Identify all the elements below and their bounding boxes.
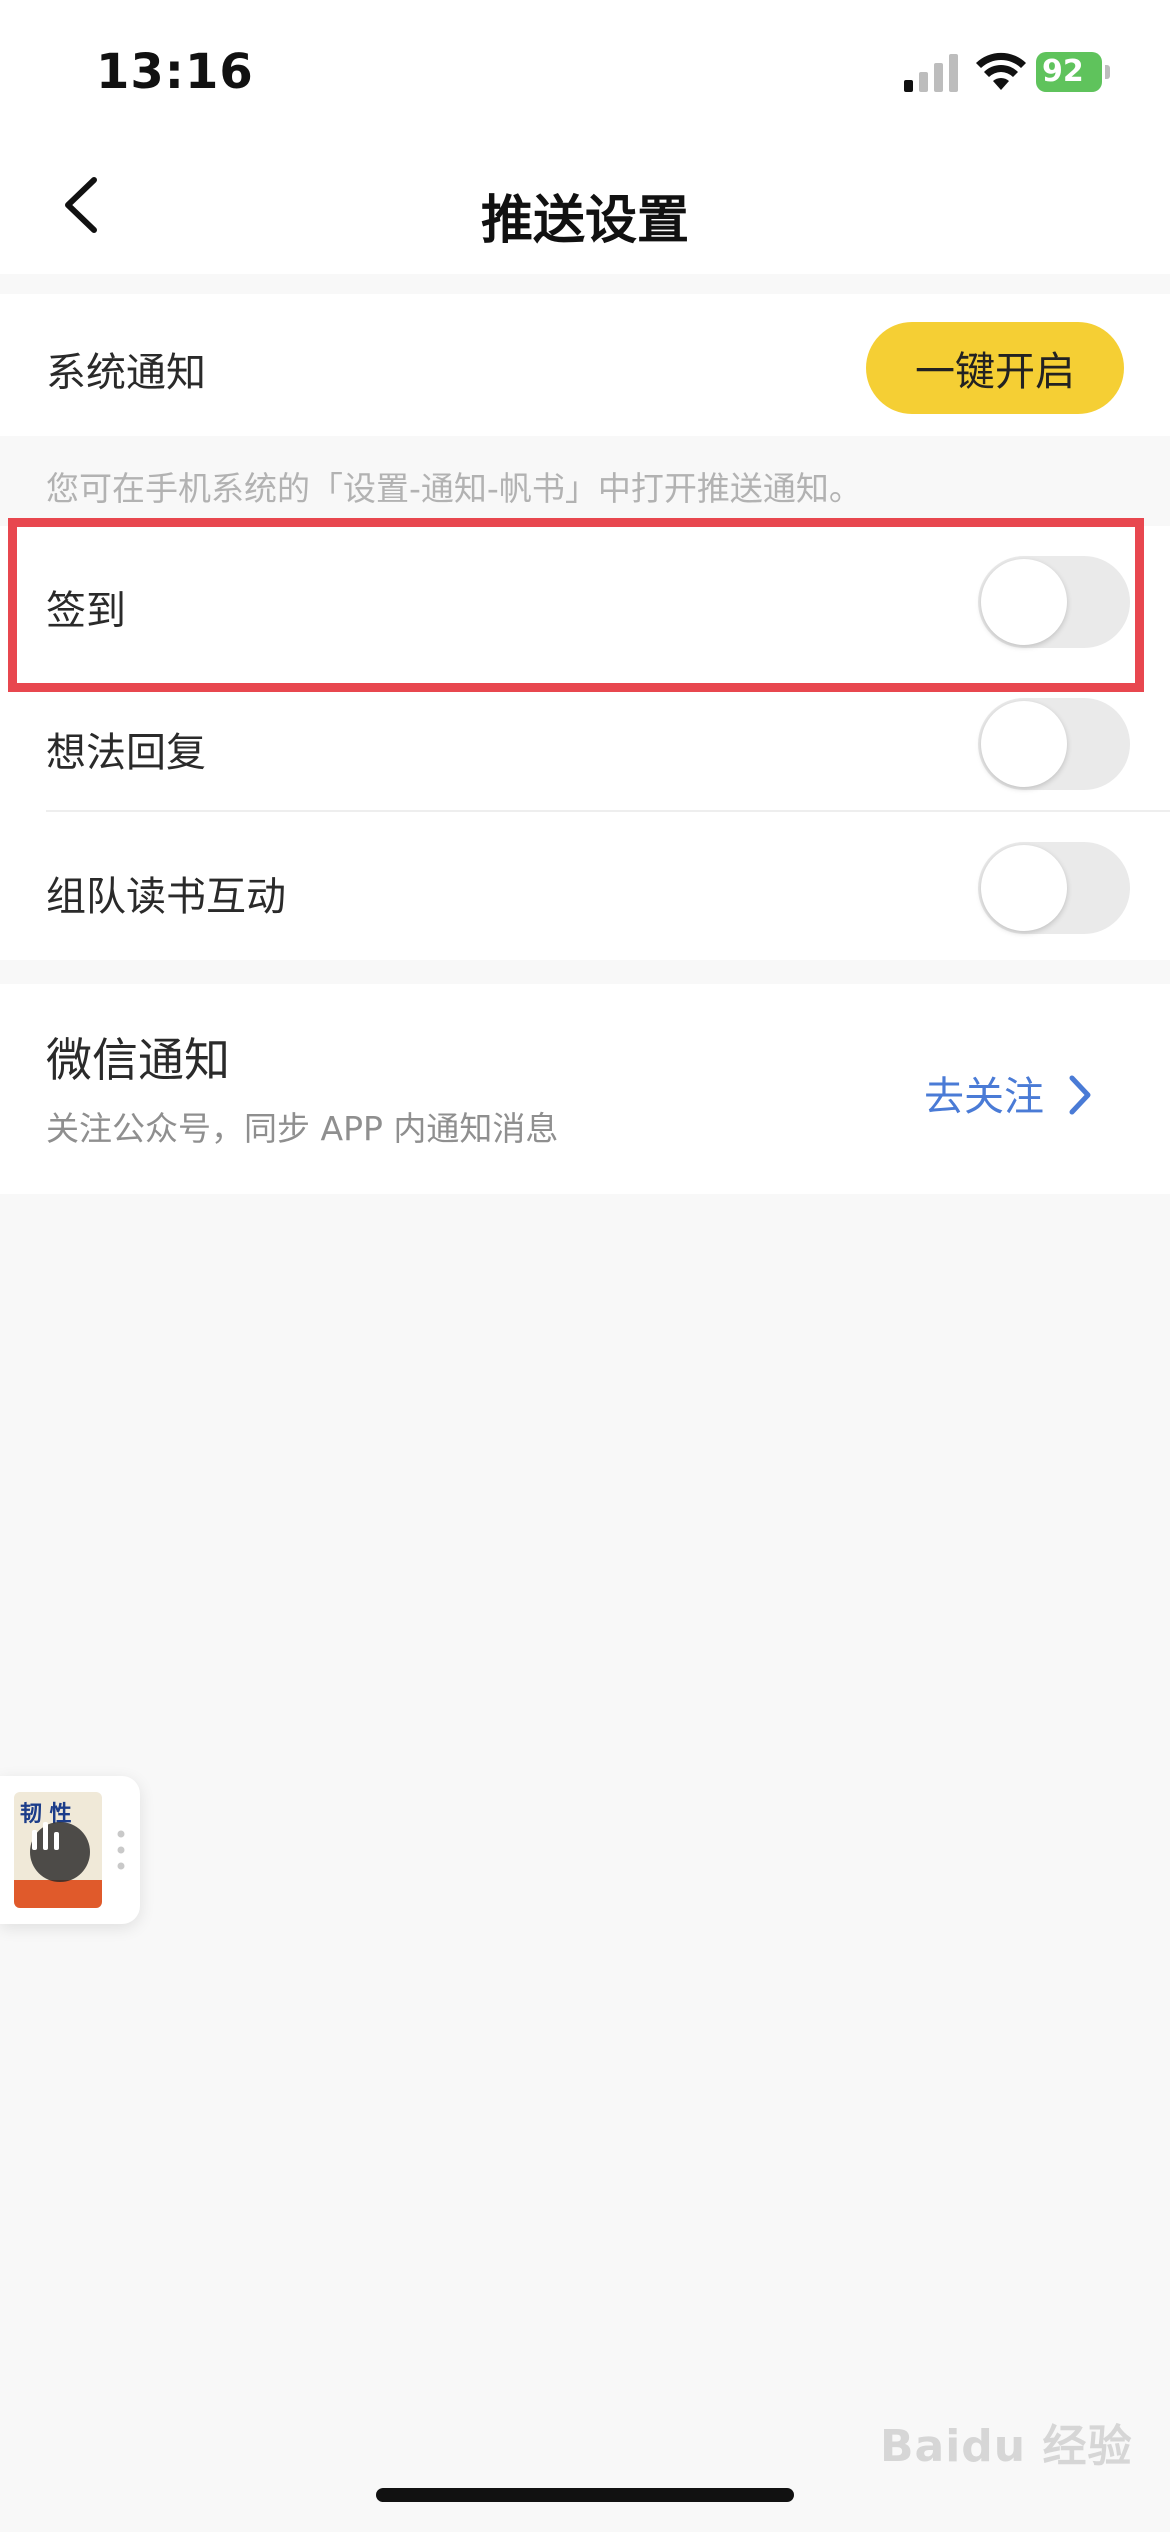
- home-indicator[interactable]: [376, 2488, 794, 2502]
- more-dots-icon[interactable]: [116, 1828, 126, 1872]
- enable-all-button[interactable]: 一键开启: [866, 322, 1124, 414]
- status-time: 13:16: [96, 44, 254, 100]
- audio-bars-icon: [32, 1822, 59, 1850]
- toggle-knob: [981, 845, 1067, 931]
- row-divider: [46, 810, 1170, 812]
- cellular-signal-icon: [904, 54, 958, 92]
- battery-cap: [1105, 65, 1110, 79]
- toggle-knob: [981, 701, 1067, 787]
- toggle-idea-reply[interactable]: [978, 698, 1130, 790]
- page-title: 推送设置: [480, 191, 689, 251]
- mini-player[interactable]: 韧 性: [0, 1776, 140, 1924]
- wechat-subtitle: 关注公众号，同步 APP 内通知消息: [46, 1109, 559, 1148]
- nav-bar: 推送设置: [0, 140, 1170, 274]
- system-notice-card: 系统通知 一键开启: [0, 294, 1170, 436]
- wifi-icon: [976, 52, 1026, 90]
- cover-band: [14, 1880, 102, 1908]
- wechat-title: 微信通知: [46, 1033, 230, 1087]
- chevron-right-icon[interactable]: [1064, 1070, 1094, 1120]
- hint-text: 您可在手机系统的「设置-通知-帆书」中打开推送通知。: [46, 469, 862, 508]
- follow-link[interactable]: 去关注: [924, 1064, 1044, 1122]
- watermark: Baidu 经验: [880, 2421, 1133, 2472]
- highlight-box: [8, 518, 1144, 692]
- status-bar: 13:16 92: [0, 0, 1170, 140]
- toggle-team-reading[interactable]: [978, 842, 1130, 934]
- battery-level: 92: [1036, 52, 1102, 92]
- system-notice-label: 系统通知: [46, 350, 206, 396]
- battery-icon: 92: [1036, 52, 1112, 92]
- toggle-label-team-reading: 组队读书互动: [46, 874, 286, 920]
- toggle-label-idea-reply: 想法回复: [46, 730, 206, 776]
